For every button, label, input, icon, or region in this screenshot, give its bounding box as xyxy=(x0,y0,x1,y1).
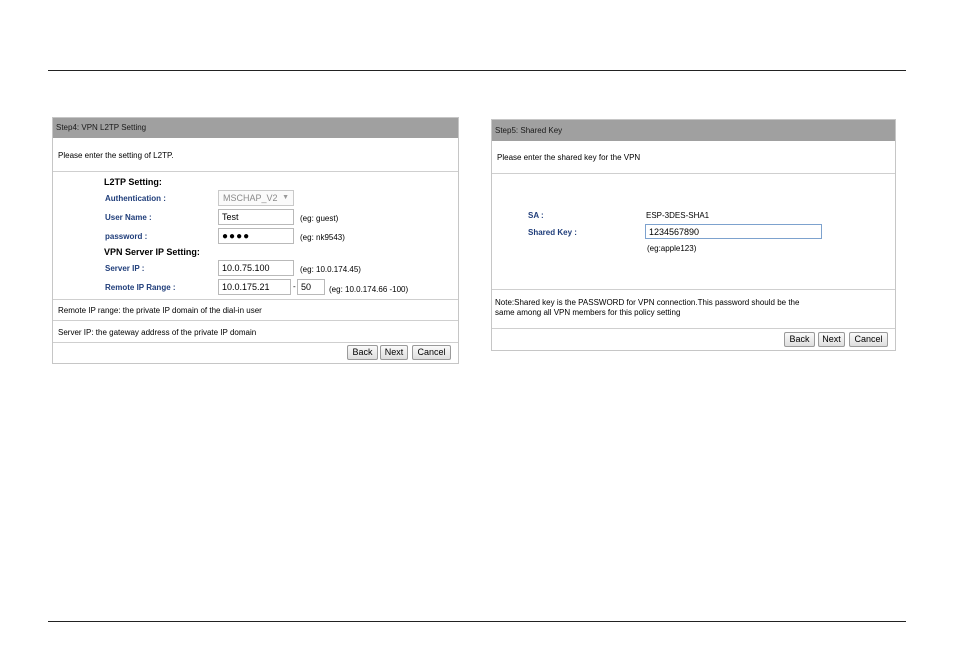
next-button[interactable]: Next xyxy=(380,345,408,360)
divider xyxy=(53,171,458,172)
user-name-input[interactable] xyxy=(218,209,294,225)
cancel-button[interactable]: Cancel xyxy=(412,345,451,360)
divider xyxy=(53,320,458,321)
remote-ip-range-end-input[interactable] xyxy=(297,279,325,295)
divider xyxy=(53,299,458,300)
l2tp-intro-text: Please enter the setting of L2TP. xyxy=(58,151,174,160)
authentication-selected-value: MSCHAP_V2 xyxy=(223,193,278,203)
remote-ip-range-note: Remote IP range: the private IP domain o… xyxy=(58,306,262,315)
shared-key-intro-text: Please enter the shared key for the VPN xyxy=(497,153,641,162)
l2tp-setting-panel: Step4: VPN L2TP Setting Please enter the… xyxy=(52,117,459,364)
server-ip-hint: (eg: 10.0.174.45) xyxy=(300,265,361,274)
shared-key-panel-title: Step5: Shared Key xyxy=(492,120,895,141)
user-name-label: User Name : xyxy=(105,213,152,222)
divider xyxy=(53,342,458,343)
next-button[interactable]: Next xyxy=(818,332,845,347)
authentication-select[interactable]: MSCHAP_V2 ▼ xyxy=(218,190,294,206)
user-name-hint: (eg: guest) xyxy=(300,214,339,223)
top-rule xyxy=(48,70,906,71)
server-ip-input[interactable] xyxy=(218,260,294,276)
password-input[interactable] xyxy=(218,228,294,244)
shared-key-label: Shared Key : xyxy=(528,228,577,237)
sa-label: SA : xyxy=(528,211,544,220)
cancel-button[interactable]: Cancel xyxy=(849,332,888,347)
l2tp-setting-heading: L2TP Setting: xyxy=(104,177,162,187)
divider xyxy=(492,173,895,174)
sa-value: ESP-3DES-SHA1 xyxy=(646,211,710,220)
shared-key-note-line-1: Note:Shared key is the PASSWORD for VPN … xyxy=(495,298,800,307)
server-ip-note: Server IP: the gateway address of the pr… xyxy=(58,328,257,337)
vpn-server-ip-heading: VPN Server IP Setting: xyxy=(104,247,200,257)
password-hint: (eg: nk9543) xyxy=(300,233,345,242)
shared-key-input[interactable] xyxy=(645,224,822,239)
shared-key-panel: Step5: Shared Key Please enter the share… xyxy=(491,119,896,351)
l2tp-panel-title: Step4: VPN L2TP Setting xyxy=(53,118,458,138)
shared-key-hint: (eg:apple123) xyxy=(647,244,697,253)
remote-ip-range-hint: (eg: 10.0.174.66 -100) xyxy=(329,285,409,294)
back-button[interactable]: Back xyxy=(784,332,815,347)
back-button[interactable]: Back xyxy=(347,345,378,360)
range-separator: - xyxy=(293,282,296,291)
chevron-down-icon: ▼ xyxy=(282,194,289,201)
authentication-label: Authentication : xyxy=(105,194,166,203)
shared-key-note-line-2: same among all VPN members for this poli… xyxy=(495,308,681,317)
divider xyxy=(492,328,895,329)
server-ip-label: Server IP : xyxy=(105,264,145,273)
remote-ip-range-start-input[interactable] xyxy=(218,279,291,295)
remote-ip-range-label: Remote IP Range : xyxy=(105,283,176,292)
bottom-rule xyxy=(48,621,906,622)
password-label: password : xyxy=(105,232,148,241)
divider xyxy=(492,289,895,290)
